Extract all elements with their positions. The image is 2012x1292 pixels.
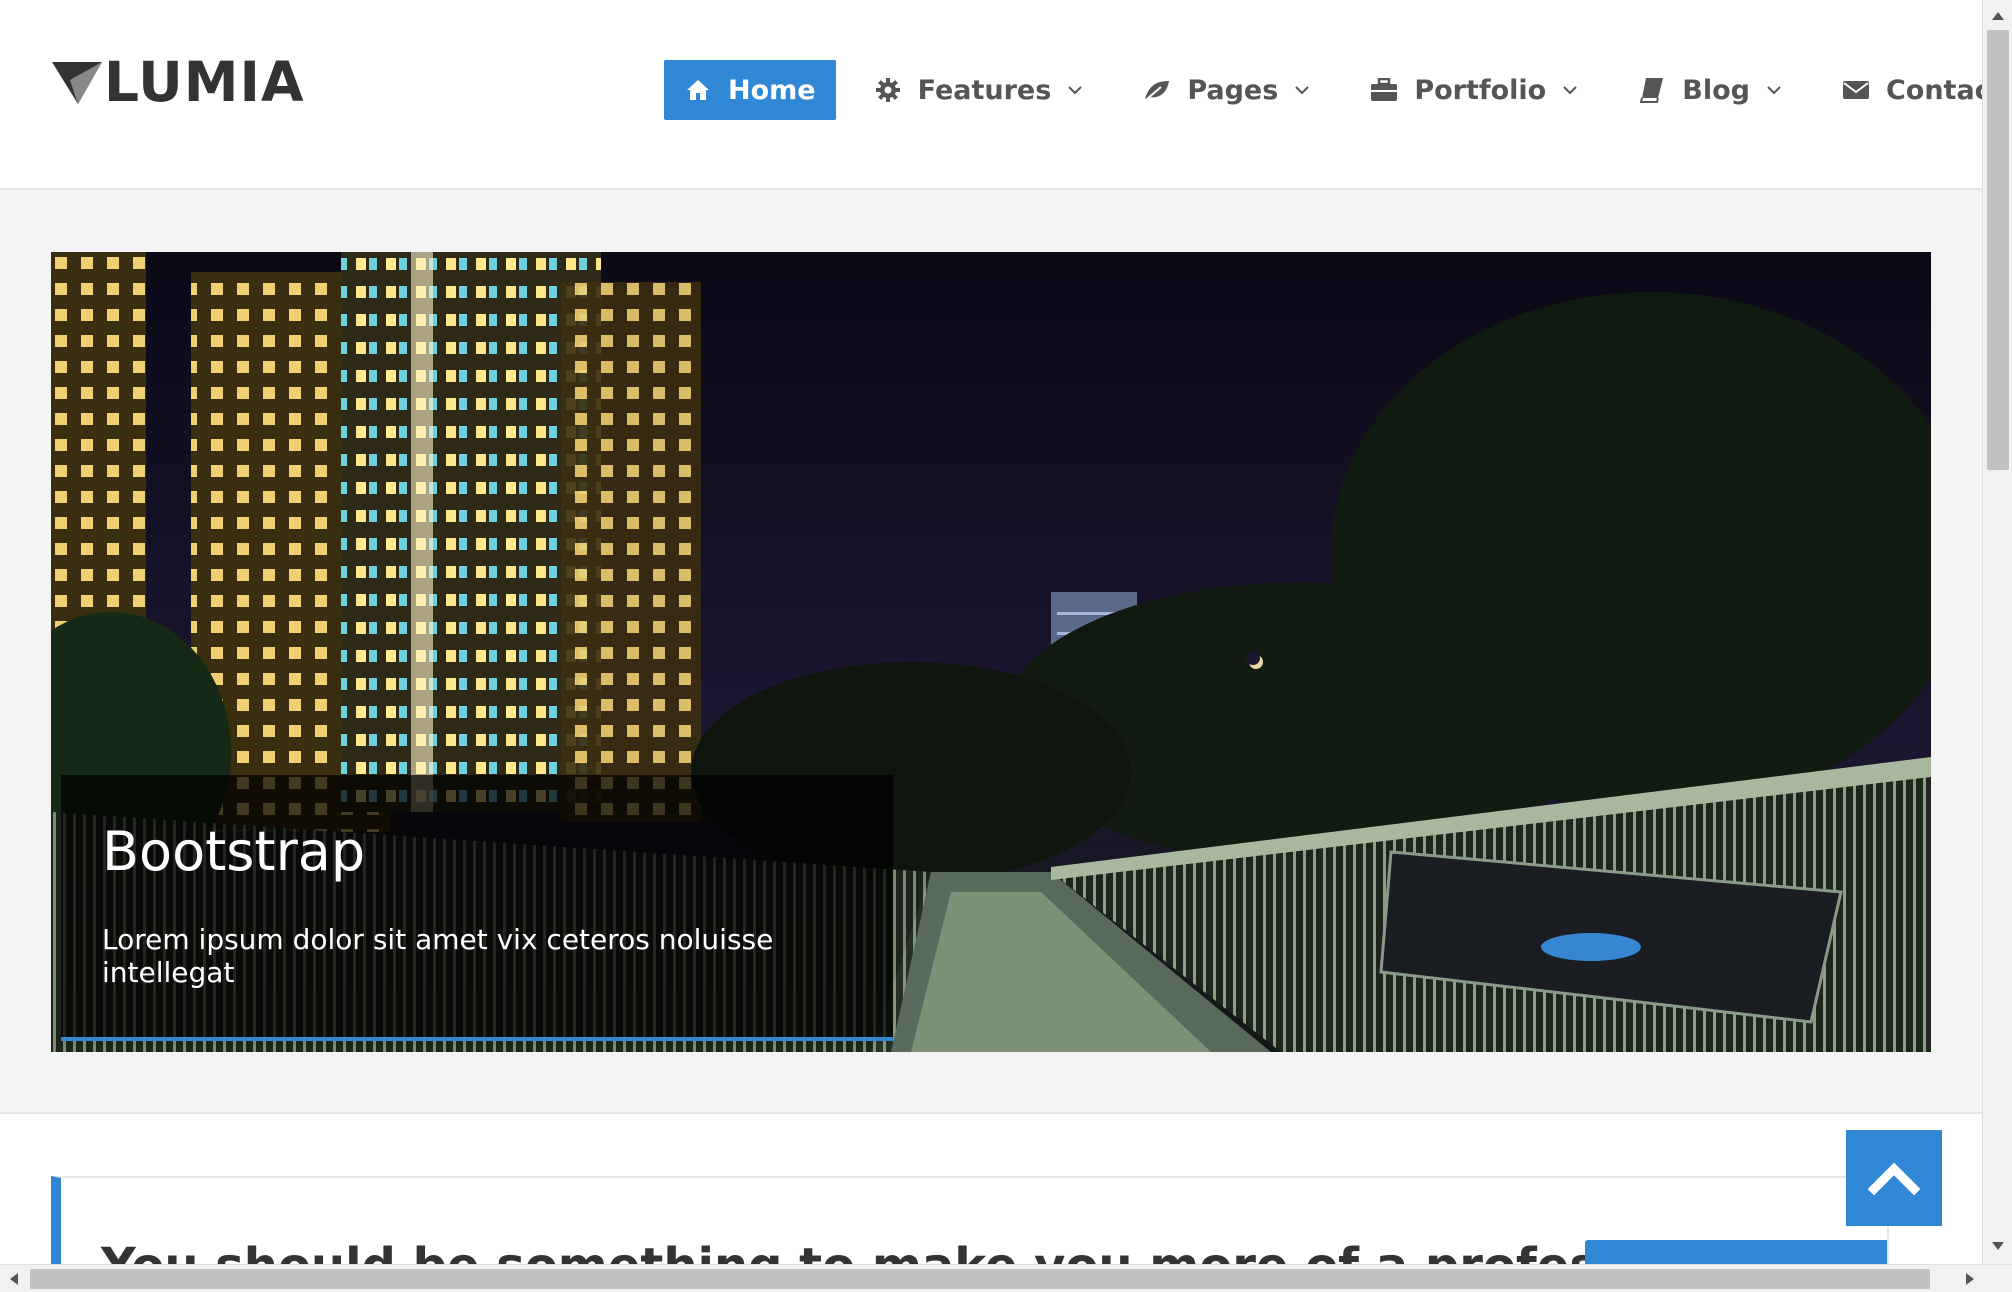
scroll-down-arrow-icon[interactable] [1983, 1236, 2012, 1256]
slide-caption: Bootstrap Lorem ipsum dolor sit amet vix… [61, 775, 893, 1041]
site-header: LUMIA Home Features Pages Portfolio Blog… [0, 0, 1982, 190]
triangle-logo-icon [52, 62, 102, 104]
callout-heading: You should be something to make you more… [101, 1238, 1759, 1264]
home-icon [684, 76, 712, 104]
back-to-top-button[interactable] [1846, 1130, 1942, 1226]
slide-caption-title: Bootstrap [102, 820, 366, 883]
book-icon [1638, 76, 1666, 104]
hero-slider[interactable]: Bootstrap Lorem ipsum dolor sit amet vix… [51, 252, 1931, 1052]
chevron-down-icon [1292, 80, 1312, 100]
nav-item-label: Home [728, 74, 816, 106]
nav-item-label: Pages [1187, 74, 1279, 106]
nav-item-pages[interactable]: Pages [1123, 60, 1332, 120]
page-viewport: LUMIA Home Features Pages Portfolio Blog… [0, 0, 1982, 1264]
briefcase-icon [1370, 76, 1398, 104]
nav-item-label: Blog [1682, 74, 1750, 106]
chevron-down-icon [1560, 80, 1580, 100]
gear-icon [874, 76, 902, 104]
nav-item-contact[interactable]: Contact [1822, 60, 1982, 120]
slide-caption-text: Lorem ipsum dolor sit amet vix ceteros n… [102, 923, 774, 989]
logo-text: LUMIA [104, 50, 305, 114]
vertical-scrollbar[interactable] [1982, 0, 2012, 1264]
nav-item-home[interactable]: Home [664, 60, 836, 120]
nav-item-features[interactable]: Features [854, 60, 1106, 120]
nav-item-label: Portfolio [1414, 74, 1547, 106]
nav-item-blog[interactable]: Blog [1618, 60, 1804, 120]
nav-item-label: Features [917, 74, 1052, 106]
scroll-left-arrow-icon[interactable] [4, 1269, 24, 1289]
site-logo[interactable]: LUMIA [52, 50, 305, 114]
callout-button[interactable] [1585, 1240, 1887, 1264]
horizontal-scroll-thumb[interactable] [30, 1269, 1930, 1289]
callout-box: You should be something to make you more… [51, 1176, 1889, 1264]
scroll-right-arrow-icon[interactable] [1960, 1269, 1980, 1289]
chevron-up-icon [1868, 1162, 1920, 1195]
chevron-down-icon [1065, 80, 1085, 100]
envelope-icon [1842, 76, 1870, 104]
main-nav: Home Features Pages Portfolio Blog Conta [664, 60, 1982, 120]
nav-item-portfolio[interactable]: Portfolio [1350, 60, 1600, 120]
nav-item-label: Contact [1885, 74, 1982, 106]
content-section: You should be something to make you more… [0, 1112, 1982, 1264]
leaf-icon [1143, 76, 1171, 104]
horizontal-scrollbar[interactable] [0, 1264, 2012, 1292]
chevron-down-icon [1764, 80, 1784, 100]
scroll-up-arrow-icon[interactable] [1983, 6, 2012, 26]
vertical-scroll-thumb[interactable] [1987, 30, 2009, 470]
